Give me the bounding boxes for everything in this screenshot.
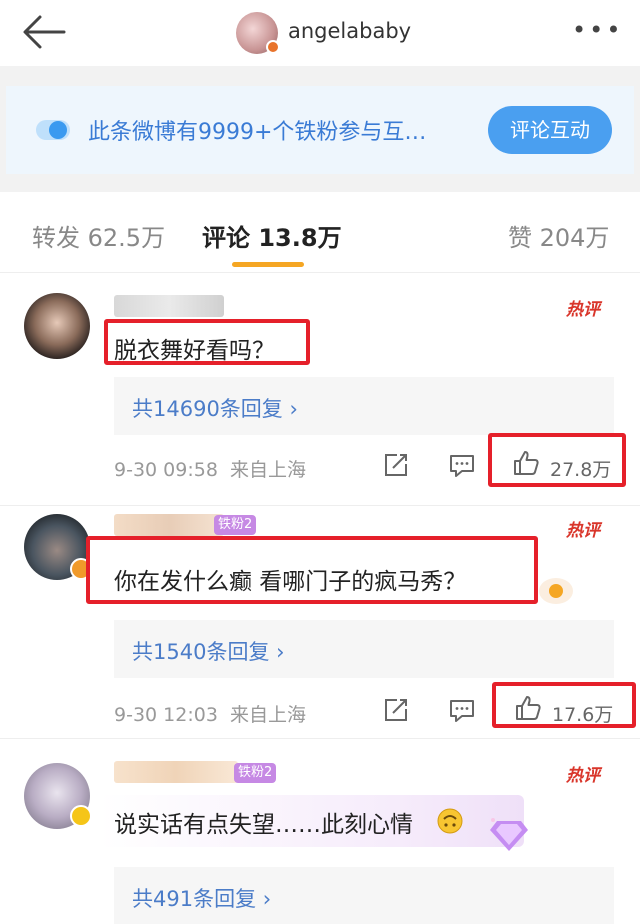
share-icon[interactable] — [382, 451, 410, 479]
tab-bar: 转发 62.5万 评论 13.8万 赞 204万 — [0, 192, 640, 272]
replies-box[interactable]: 共1540条回复 › — [114, 620, 614, 678]
reply-icon[interactable] — [448, 451, 476, 479]
commenter-name-blurred[interactable] — [114, 514, 224, 536]
more-dots-icon[interactable]: ••• — [572, 16, 623, 44]
reply-icon[interactable] — [448, 696, 476, 724]
comment-item: 铁粉2 热评 你在发什么癫 看哪门子的疯马秀？ 共1540条回复 › 9-30 … — [0, 506, 640, 738]
tab-comments[interactable]: 评论 13.8万 — [202, 218, 342, 253]
view-replies-link[interactable]: 共14690条回复 › — [132, 393, 298, 423]
top-bar: angelababy ••• — [0, 0, 640, 66]
share-icon[interactable] — [382, 696, 410, 724]
comment-meta: 9-30 12:03 来自上海 — [114, 700, 306, 727]
tab-likes[interactable]: 赞 204万 — [508, 218, 609, 253]
comment-interaction-button[interactable]: 评论互动 — [488, 106, 612, 154]
comment-text-content: 说实话有点失望……此刻心情 — [114, 812, 413, 838]
commenter-avatar[interactable] — [24, 293, 90, 359]
diamond-icon — [490, 818, 528, 851]
fan-interaction-banner[interactable]: 此条微博有9999+个铁粉参与互… 评论互动 — [6, 86, 634, 174]
comment-meta: 9-30 09:58 来自上海 — [114, 455, 306, 482]
hot-comment-badge: 热评 — [566, 300, 600, 320]
highlight-box — [104, 319, 310, 365]
hot-comment-badge: 热评 — [566, 521, 600, 541]
commenter-name-blurred[interactable] — [114, 295, 224, 317]
upside-down-smile-emoji-icon — [437, 808, 463, 834]
replies-box[interactable]: 共491条回复 › — [114, 867, 614, 924]
comment-item: 铁粉2 热评 说实话有点失望……此刻心情 共491条回复 › — [0, 739, 640, 924]
highlight-box — [488, 433, 626, 487]
active-tab-indicator — [232, 262, 304, 267]
verified-badge-icon — [266, 40, 280, 54]
comment-location: 来自上海 — [230, 459, 307, 481]
comment-time: 9-30 09:58 — [114, 459, 218, 481]
commenter-name-blurred[interactable] — [114, 761, 238, 783]
tab-reposts[interactable]: 转发 62.5万 — [32, 218, 165, 253]
view-replies-link[interactable]: 共491条回复 › — [132, 883, 271, 913]
toggle-icon — [36, 120, 70, 140]
banner-container: 此条微博有9999+个铁粉参与互… 评论互动 — [0, 66, 640, 192]
arrow-left-icon[interactable] — [20, 12, 68, 52]
fried-egg-icon — [539, 578, 573, 604]
username[interactable]: angelababy — [288, 19, 411, 43]
highlight-box — [492, 682, 636, 728]
highlight-box — [86, 536, 538, 604]
comment-item: 热评 脱衣舞好看吗？ 共14690条回复 › 9-30 09:58 来自上海 2… — [0, 273, 640, 505]
fan-level-badge: 铁粉2 — [214, 515, 257, 535]
comment-text: 说实话有点失望……此刻心情 — [114, 805, 413, 839]
hot-comment-badge: 热评 — [566, 766, 600, 786]
replies-box[interactable]: 共14690条回复 › — [114, 377, 614, 435]
comment-time: 9-30 12:03 — [114, 704, 218, 726]
banner-text: 此条微博有9999+个铁粉参与互… — [88, 120, 427, 145]
comment-location: 来自上海 — [230, 704, 307, 726]
view-replies-link[interactable]: 共1540条回复 › — [132, 636, 285, 666]
fan-level-badge: 铁粉2 — [234, 763, 277, 783]
verified-badge-icon — [70, 805, 92, 827]
